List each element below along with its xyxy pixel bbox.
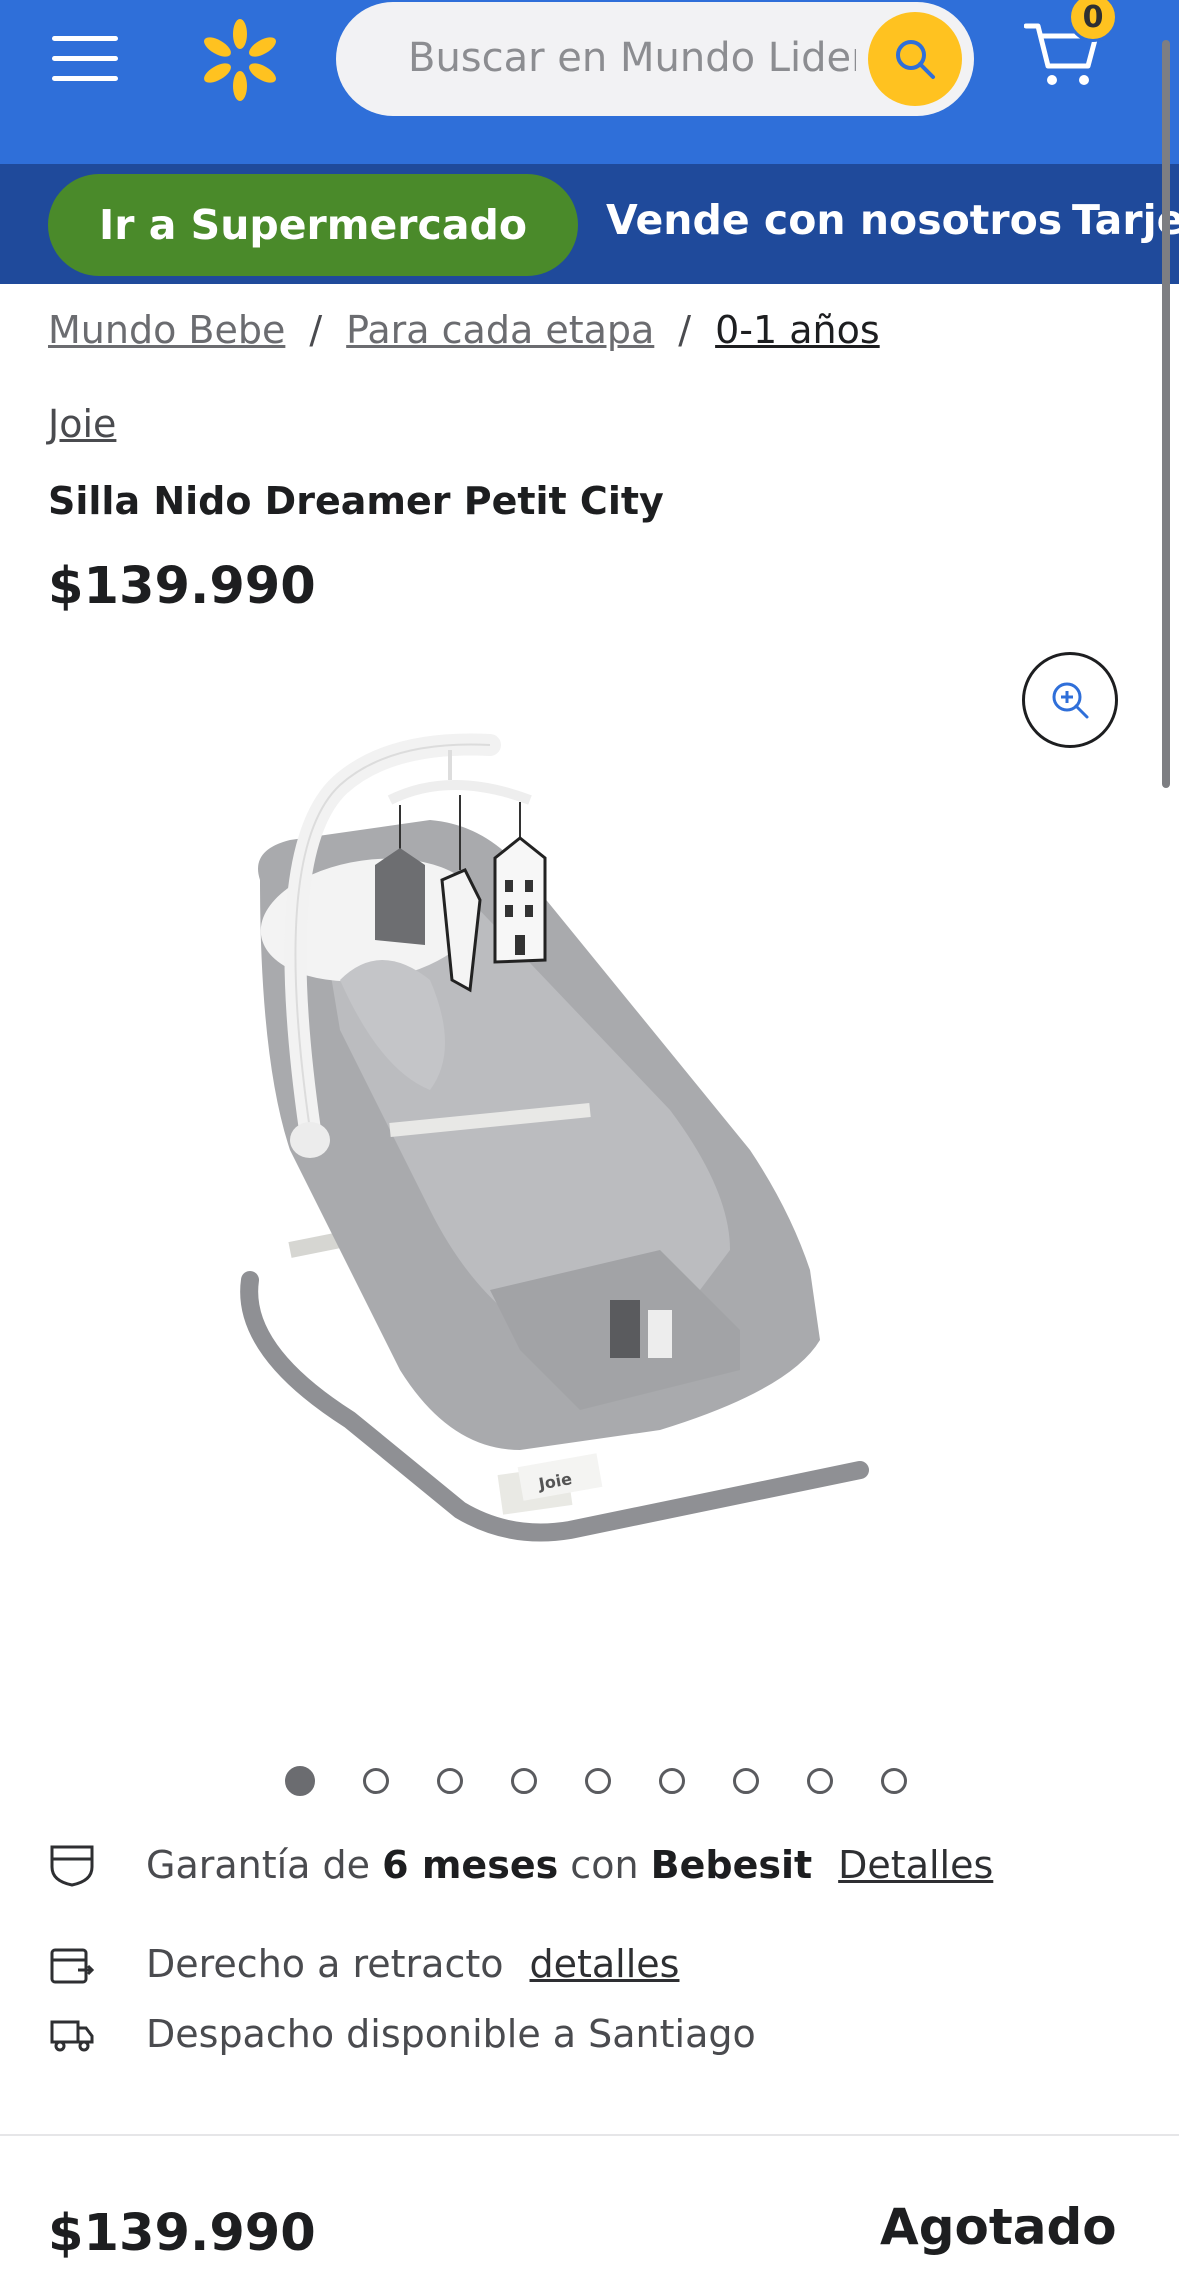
zoom-button[interactable] bbox=[1022, 652, 1118, 748]
product-image[interactable]: Joie bbox=[230, 730, 970, 1670]
top-header: 0 bbox=[0, 0, 1179, 164]
return-box-icon bbox=[50, 1948, 95, 1984]
warranty-brand: Bebesit bbox=[650, 1843, 813, 1887]
search-button[interactable] bbox=[868, 12, 962, 106]
warranty-row: Garantía de 6 meses con Bebesit Detalles bbox=[48, 1843, 993, 1887]
carousel-dot[interactable] bbox=[585, 1768, 611, 1794]
breadcrumb-item-current[interactable]: 0-1 años bbox=[715, 308, 880, 352]
carousel-dot[interactable] bbox=[437, 1768, 463, 1794]
carousel-dot[interactable] bbox=[807, 1768, 833, 1794]
cart-count-badge: 0 bbox=[1068, 0, 1118, 42]
carousel-dot[interactable] bbox=[511, 1768, 537, 1794]
divider bbox=[0, 2134, 1179, 2136]
retract-row: Derecho a retracto detalles bbox=[48, 1942, 679, 1986]
scrollbar[interactable] bbox=[1162, 40, 1170, 788]
shipping-text: Despacho disponible a Santiago bbox=[146, 2012, 756, 2056]
shipping-row: Despacho disponible a Santiago bbox=[48, 2012, 756, 2056]
warranty-middle: con bbox=[570, 1843, 639, 1887]
search-input[interactable] bbox=[408, 28, 856, 88]
carousel-dot-active[interactable] bbox=[285, 1766, 315, 1796]
retract-text: Derecho a retracto bbox=[146, 1942, 504, 1986]
shield-icon bbox=[50, 1845, 94, 1887]
carousel-dot[interactable] bbox=[363, 1768, 389, 1794]
search-icon bbox=[896, 40, 935, 79]
truck-icon bbox=[50, 2020, 94, 2052]
carousel-dot[interactable] bbox=[881, 1768, 907, 1794]
product-title: Silla Nido Dreamer Petit City bbox=[48, 479, 664, 523]
carousel-dot[interactable] bbox=[733, 1768, 759, 1794]
breadcrumb-item[interactable]: Mundo Bebe bbox=[48, 308, 285, 352]
warranty-details-link[interactable]: Detalles bbox=[838, 1843, 993, 1887]
carousel-dot[interactable] bbox=[659, 1768, 685, 1794]
spark-logo-icon[interactable] bbox=[198, 18, 282, 102]
stock-status: Agotado bbox=[880, 2198, 1117, 2256]
brand-link[interactable]: Joie bbox=[48, 402, 116, 446]
nav-link-sell-with-us[interactable]: Vende con nosotros bbox=[606, 196, 1062, 244]
product-price: $139.990 bbox=[48, 557, 316, 616]
retract-details-link[interactable]: detalles bbox=[530, 1942, 680, 1986]
warranty-prefix: Garantía de bbox=[146, 1843, 371, 1887]
warranty-months: 6 meses bbox=[382, 1843, 559, 1887]
breadcrumb: Mundo Bebe / Para cada etapa/0-1 años bbox=[48, 308, 880, 352]
menu-icon[interactable] bbox=[52, 34, 118, 84]
zoom-in-icon bbox=[1052, 682, 1089, 719]
footer-price: $139.990 bbox=[48, 2204, 316, 2263]
secondary-nav: Ir a Supermercado Vende con nosotros Tar… bbox=[0, 164, 1179, 284]
go-supermarket-button[interactable]: Ir a Supermercado bbox=[48, 174, 578, 276]
image-carousel-dots bbox=[285, 1766, 907, 1796]
search-bar bbox=[336, 2, 974, 116]
breadcrumb-item[interactable]: Para cada etapa bbox=[346, 308, 654, 352]
